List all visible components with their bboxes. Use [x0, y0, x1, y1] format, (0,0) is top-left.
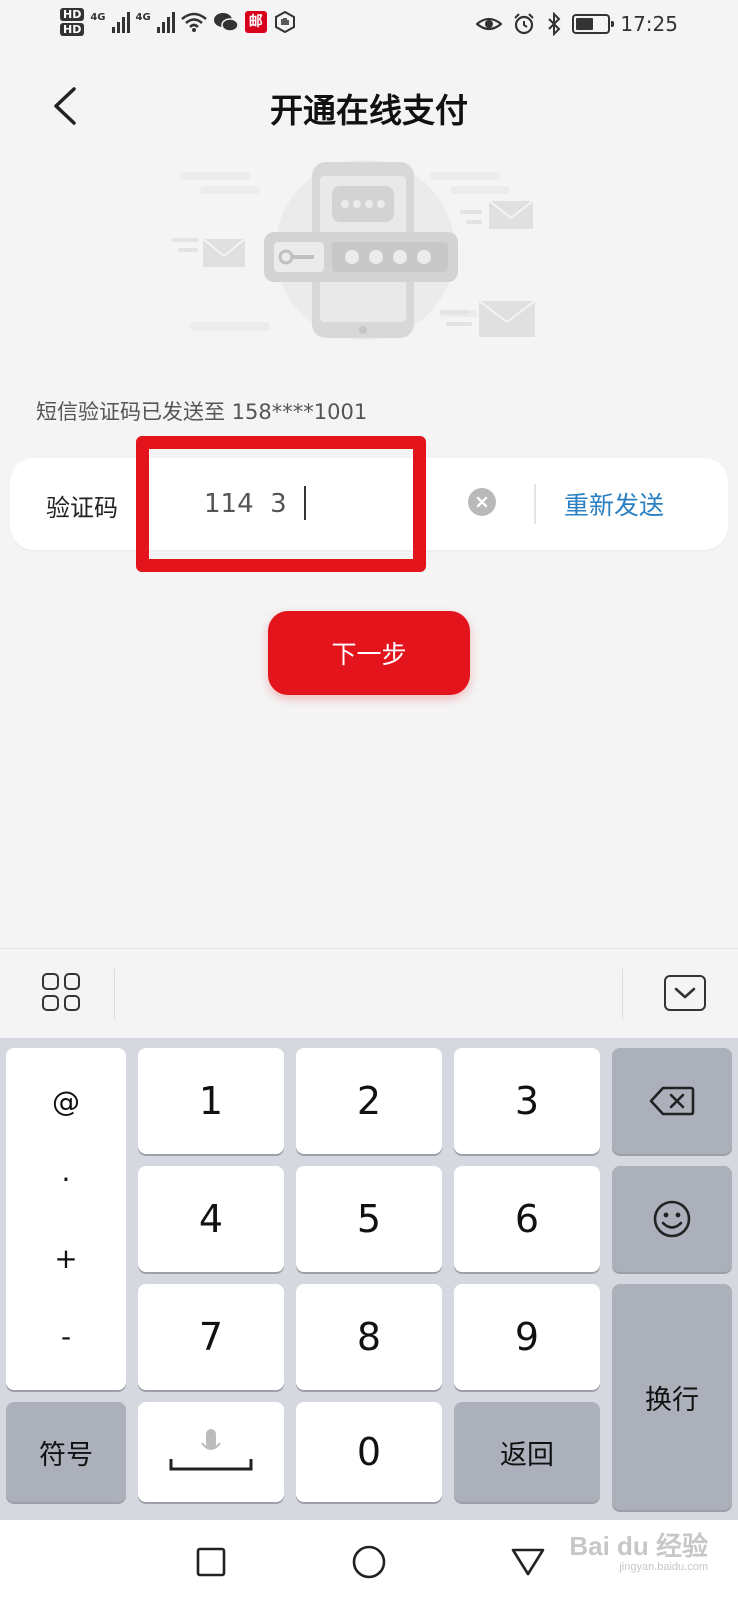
key-minus[interactable]: -: [61, 1320, 71, 1353]
system-nav-bar: Bai du 经验 jingyan.baidu.com: [0, 1520, 738, 1600]
watermark-brand: Bai du 经验: [569, 1531, 708, 1561]
circle-icon: [352, 1545, 386, 1579]
status-right: 17:25: [476, 12, 678, 36]
phone-verification-illustration: [172, 160, 537, 340]
clock: 17:25: [620, 12, 678, 36]
network-type-label: 4G: [90, 12, 106, 23]
numeric-keyboard: @ · + - 1 2 3 4 5 6 7 8 9 换行 符号 0 返回: [0, 1038, 738, 1520]
nav-back-button[interactable]: [508, 1542, 548, 1582]
status-bar: HD HD 4G 4G 邮 17:25: [0, 0, 738, 56]
key-6[interactable]: 6: [454, 1166, 600, 1272]
divider: [114, 969, 115, 1019]
newline-key[interactable]: 换行: [612, 1284, 732, 1510]
hd-icon: HD: [60, 8, 85, 21]
emoji-key[interactable]: [612, 1166, 732, 1272]
mail-app-icon: 邮: [244, 11, 267, 33]
network-type-label: 4G: [135, 12, 151, 23]
watermark-url: jingyan.baidu.com: [619, 1561, 708, 1573]
key-4[interactable]: 4: [138, 1166, 284, 1272]
symbols-key[interactable]: 符号: [6, 1402, 126, 1502]
key-7[interactable]: 7: [138, 1284, 284, 1390]
key-3[interactable]: 3: [454, 1048, 600, 1154]
keyboard-menu-button[interactable]: [42, 973, 80, 1011]
chevron-down-icon: [674, 987, 696, 999]
bluetooth-icon: [548, 12, 561, 36]
key-0[interactable]: 0: [296, 1402, 442, 1502]
divider: [622, 969, 623, 1019]
annotation-highlight-box: [136, 436, 426, 572]
clear-input-button[interactable]: [468, 488, 496, 516]
backspace-key[interactable]: [612, 1048, 732, 1154]
hd-icon: HD: [60, 23, 85, 36]
close-icon: [476, 496, 488, 508]
space-voice-key[interactable]: [138, 1402, 284, 1502]
hide-keyboard-button[interactable]: [664, 975, 706, 1011]
sms-sent-hint: 短信验证码已发送至 158****1001: [36, 400, 368, 424]
square-icon: [196, 1547, 226, 1577]
grid-icon: [42, 973, 59, 990]
page-title: 开通在线支付: [270, 91, 468, 130]
microphone-icon: [169, 1429, 253, 1471]
baidu-watermark: Bai du 经验 jingyan.baidu.com: [569, 1526, 708, 1573]
key-plus[interactable]: +: [54, 1242, 77, 1275]
key-2[interactable]: 2: [296, 1048, 442, 1154]
backspace-icon: [649, 1086, 695, 1116]
home-button[interactable]: [349, 1542, 389, 1582]
keyboard-toolbar: [0, 948, 738, 1038]
symbol-column-key[interactable]: @ · + -: [6, 1048, 126, 1390]
next-step-button[interactable]: 下一步: [268, 611, 470, 695]
hand-shield-icon: [274, 10, 295, 34]
key-9[interactable]: 9: [454, 1284, 600, 1390]
key-8[interactable]: 8: [296, 1284, 442, 1390]
status-left: HD HD 4G 4G 邮: [60, 8, 297, 36]
divider: [534, 484, 536, 524]
return-key[interactable]: 返回: [454, 1402, 600, 1502]
recent-apps-button[interactable]: [191, 1542, 231, 1582]
hd-indicators: HD HD: [60, 8, 85, 36]
alarm-icon: [514, 13, 535, 35]
wifi-icon: [180, 12, 207, 32]
signal-icon: [111, 11, 130, 33]
verification-code-label: 验证码: [46, 494, 118, 522]
key-at[interactable]: @: [52, 1085, 80, 1118]
resend-button[interactable]: 重新发送: [564, 486, 664, 522]
eye-comfort-icon: [476, 17, 503, 31]
key-5[interactable]: 5: [296, 1166, 442, 1272]
smiley-icon: [653, 1200, 691, 1238]
key-dot[interactable]: ·: [62, 1163, 71, 1196]
key-1[interactable]: 1: [138, 1048, 284, 1154]
battery-icon: [572, 14, 615, 34]
wechat-icon: [213, 13, 239, 32]
signal-icon: [156, 11, 175, 33]
triangle-back-icon: [511, 1548, 545, 1576]
